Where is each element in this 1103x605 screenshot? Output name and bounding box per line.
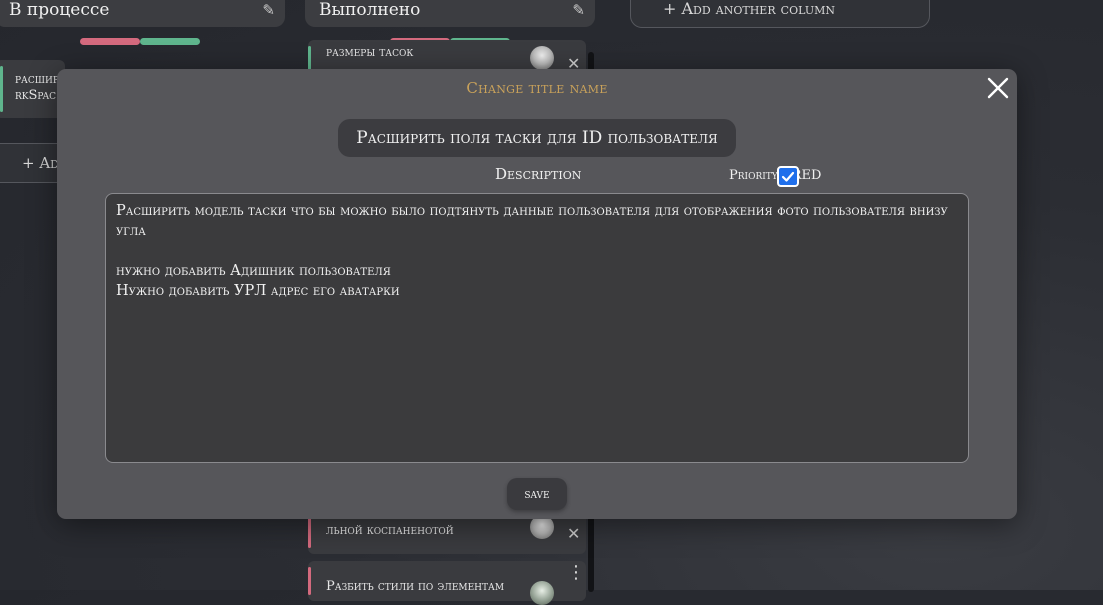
priority-control: Priority RED [729,168,821,183]
pencil-icon[interactable]: ✎ [572,1,585,19]
column-header-in-progress[interactable]: В процессе ✎ [0,0,285,27]
title-input[interactable] [338,119,736,157]
column-header-done[interactable]: Выполнено ✎ [305,0,595,27]
modal-heading: Change title name [466,79,608,97]
more-options-icon[interactable]: ⋮ [567,564,585,582]
column-title: В процессе [9,0,110,20]
user-avatar [530,581,554,605]
priority-label: Priority [729,168,778,183]
color-bar-green [140,38,200,45]
description-label: Description [495,165,582,183]
card-text: льной коспаненотой [326,523,454,538]
color-bar-red [80,38,140,45]
task-card[interactable]: расшир rkSpac [0,60,65,118]
pencil-icon[interactable]: ✎ [262,1,275,19]
card-stripe [0,66,3,112]
card-text: rkSpac [15,88,57,103]
task-card[interactable]: Разбить стили по элементам ⋮ [308,561,586,605]
card-text: размеры тасок [326,45,414,60]
description-textarea[interactable]: Расширить модель таски что бы можно было… [105,193,969,463]
add-column-button[interactable]: + Add another column [630,0,930,28]
user-avatar [530,46,554,70]
card-text: Разбить стили по элементам [326,579,505,594]
save-button[interactable]: save [507,478,567,510]
card-text: расшир [15,72,59,87]
priority-checkbox[interactable] [777,166,799,187]
check-icon [781,171,795,182]
edit-task-modal: Change title name Description Priority R… [57,69,1017,519]
close-icon[interactable]: ✕ [567,526,580,542]
column-title: Выполнено [319,0,421,20]
card-stripe [308,567,311,595]
